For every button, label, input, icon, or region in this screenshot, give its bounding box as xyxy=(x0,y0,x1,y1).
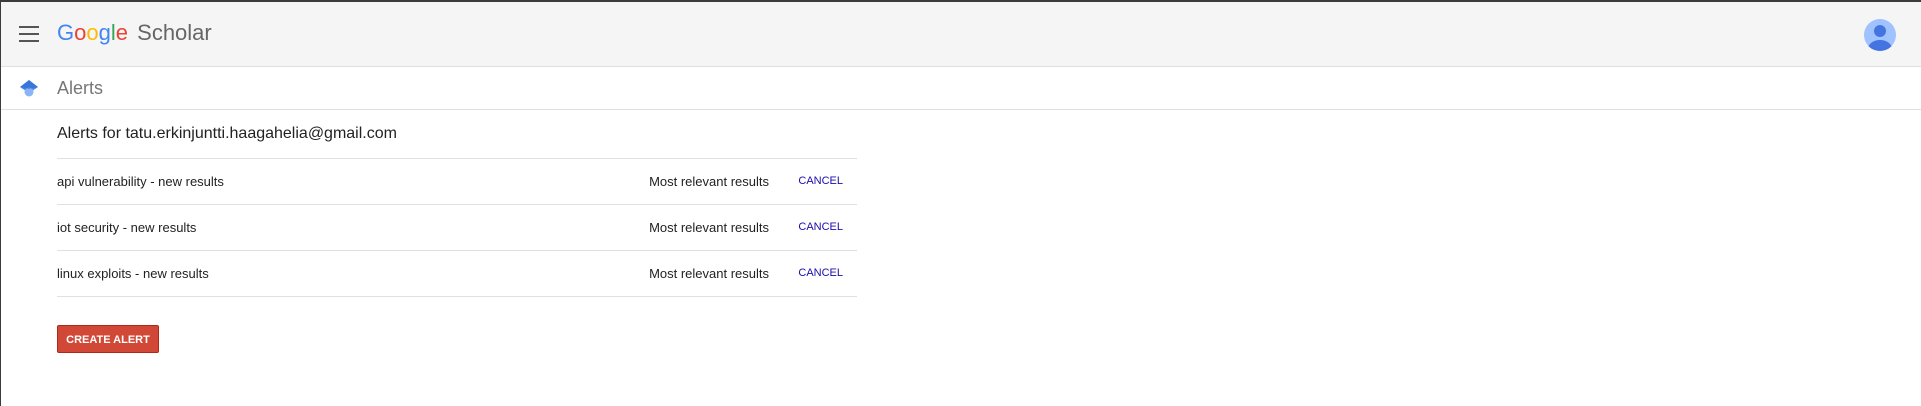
alert-query-link[interactable]: api vulnerability - new results xyxy=(57,174,224,189)
alert-query-link[interactable]: iot security - new results xyxy=(57,220,196,235)
google-scholar-logo[interactable]: Google Scholar xyxy=(57,19,212,47)
alert-frequency[interactable]: Most relevant results xyxy=(649,266,769,281)
alerts-main: Alerts for tatu.erkinjuntti.haagahelia@g… xyxy=(57,124,857,297)
google-wordmark: Google xyxy=(57,20,134,45)
avatar-head xyxy=(1874,25,1886,37)
scholar-wordmark: Scholar xyxy=(137,20,212,45)
alerts-list: api vulnerability - new results Most rel… xyxy=(57,158,857,297)
logo-letter: g xyxy=(98,20,111,45)
alert-frequency[interactable]: Most relevant results xyxy=(649,220,769,235)
cancel-alert-button[interactable]: CANCEL xyxy=(798,174,843,189)
account-avatar-icon[interactable] xyxy=(1864,19,1896,51)
alert-frequency[interactable]: Most relevant results xyxy=(649,174,769,189)
cancel-alert-button[interactable]: CANCEL xyxy=(798,220,843,235)
list-item: api vulnerability - new results Most rel… xyxy=(57,159,857,205)
avatar-shoulders xyxy=(1868,40,1892,51)
alerts-heading: Alerts for tatu.erkinjuntti.haagahelia@g… xyxy=(57,125,397,142)
top-app-bar: Google Scholar xyxy=(1,2,1921,67)
alert-query-link[interactable]: linux exploits - new results xyxy=(57,266,209,281)
page-title: Alerts xyxy=(57,78,104,98)
scholar-cap-icon xyxy=(20,80,38,97)
logo-letter: G xyxy=(57,20,75,45)
logo-letter: o xyxy=(86,20,99,45)
page-subheader: Alerts xyxy=(1,67,1921,110)
create-alert-button[interactable]: CREATE ALERT xyxy=(57,325,159,353)
list-item: iot security - new results Most relevant… xyxy=(57,205,857,251)
list-item: linux exploits - new results Most releva… xyxy=(57,251,857,297)
logo-letter: e xyxy=(115,20,129,45)
hamburger-menu-icon[interactable] xyxy=(19,26,39,42)
cancel-alert-button[interactable]: CANCEL xyxy=(798,266,843,281)
logo-letter: o xyxy=(74,20,87,45)
